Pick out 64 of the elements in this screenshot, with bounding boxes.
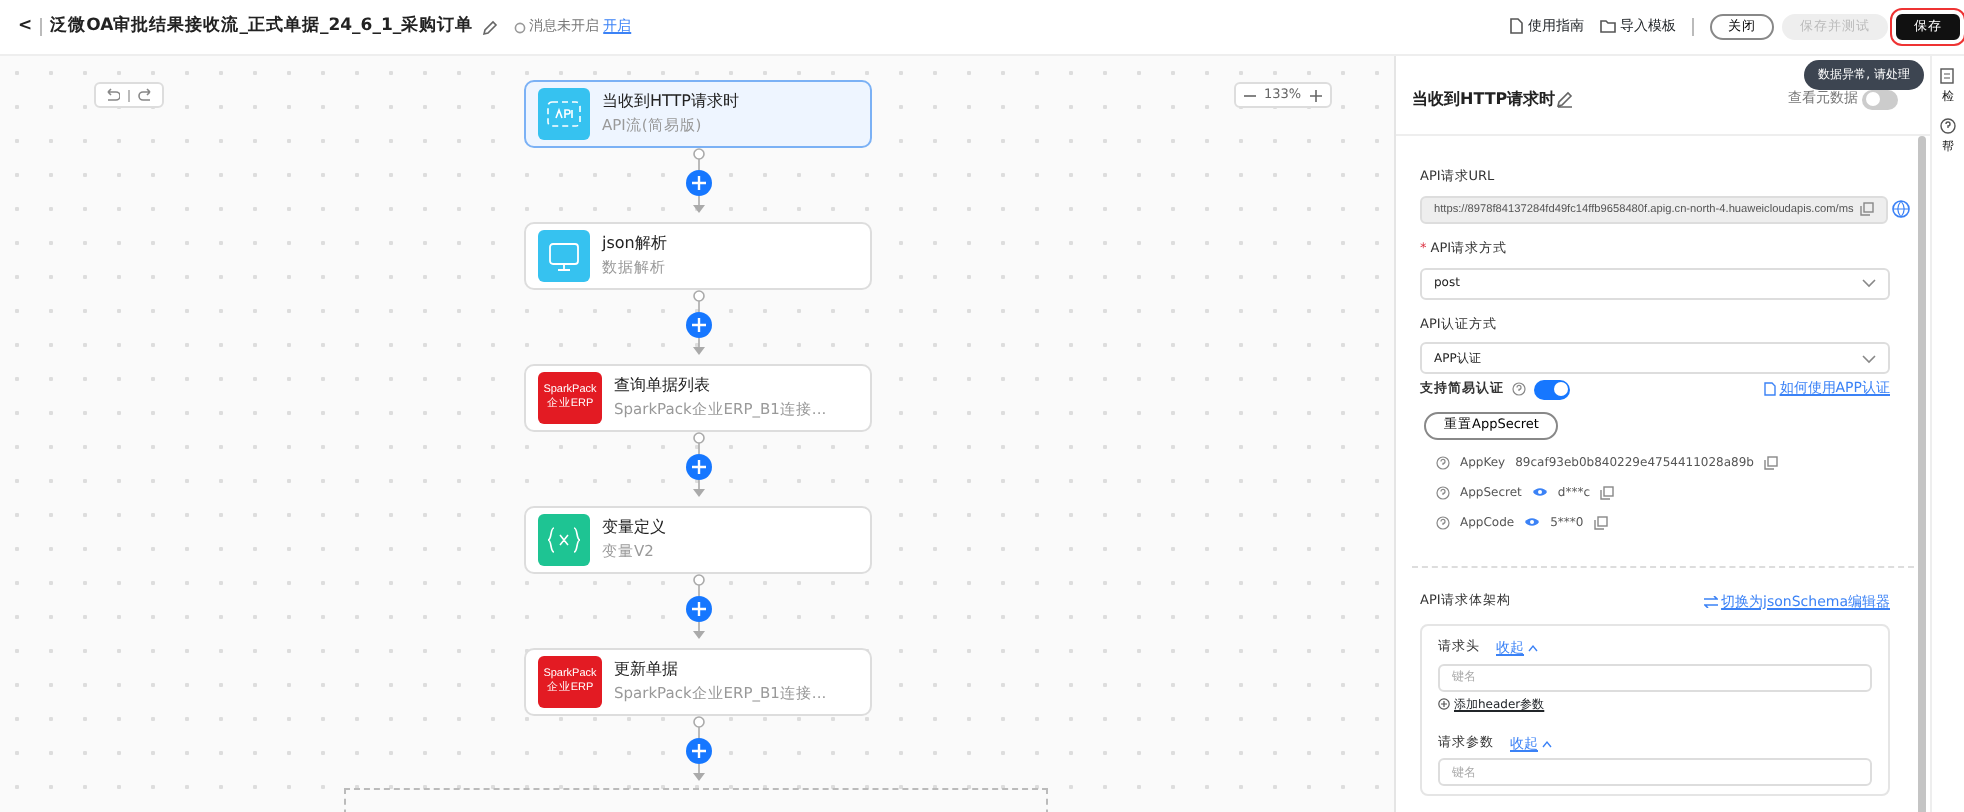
connector-arrow (691, 764, 705, 782)
connector-line (691, 148, 705, 170)
add-step-button[interactable] (685, 596, 711, 622)
scrollbar[interactable] (1918, 136, 1926, 812)
connector-arrow (691, 622, 705, 640)
edit-icon[interactable] (1555, 90, 1574, 108)
connector-arrow (691, 196, 705, 214)
variable-icon (538, 514, 590, 566)
add-circle-icon (1438, 698, 1450, 710)
copy-icon[interactable] (1763, 455, 1778, 469)
plus-icon (691, 318, 705, 332)
connector-line (691, 432, 705, 454)
help-icon (1436, 485, 1450, 499)
help-icon (1512, 382, 1526, 396)
connector-line (691, 716, 705, 738)
node-title: json解析 (602, 232, 667, 257)
add-step-button[interactable] (685, 312, 711, 338)
add-step-button[interactable] (685, 170, 711, 196)
status-circle-icon (513, 21, 526, 33)
document-icon (1763, 382, 1776, 396)
api-icon (538, 88, 590, 140)
zoom-out-icon[interactable] (1244, 89, 1256, 101)
help-icon (1940, 118, 1956, 134)
zoom-in-icon[interactable] (1309, 89, 1322, 101)
eye-icon[interactable] (1531, 486, 1548, 498)
add-step-button[interactable] (685, 454, 711, 480)
connector-line (691, 574, 705, 596)
document-icon (1508, 18, 1524, 35)
copy-icon[interactable] (1859, 202, 1874, 217)
chevron-up-icon (1542, 739, 1552, 748)
flow-title: 泛微OA审批结果接收流_正式单据_24_6_1_采购订单 (50, 14, 474, 40)
checklist-icon (1940, 68, 1956, 84)
connector-arrow (691, 338, 705, 356)
node-title: 变量定义 (602, 516, 666, 541)
chevron-down-icon (1862, 353, 1876, 364)
metadata-toggle[interactable] (1862, 89, 1898, 109)
node-title: 当收到HTTP请求时 (602, 90, 739, 115)
copy-icon[interactable] (1593, 515, 1608, 529)
monitor-icon (538, 230, 590, 282)
swap-icon (1703, 595, 1718, 608)
add-step-button[interactable] (685, 738, 711, 764)
plus-icon (691, 744, 705, 758)
globe-icon[interactable] (1891, 200, 1910, 219)
plus-icon (691, 460, 705, 474)
chevron-down-icon (1862, 278, 1876, 288)
eye-icon[interactable] (1524, 516, 1541, 528)
node-title: 更新单据 (614, 658, 680, 683)
separator-icon (128, 89, 130, 101)
undo-icon[interactable] (104, 88, 120, 102)
copy-icon[interactable] (1600, 485, 1615, 499)
simple-auth-toggle[interactable] (1534, 379, 1570, 399)
redo-icon[interactable] (138, 88, 154, 102)
edit-icon[interactable] (481, 19, 498, 35)
folder-icon (1600, 18, 1616, 35)
node-title: 查询单据列表 (614, 374, 712, 399)
plus-icon (691, 602, 705, 616)
connector-arrow (691, 480, 705, 498)
plus-icon (691, 176, 705, 190)
panel-title: 当收到HTTP请求时 (1412, 87, 1556, 111)
connector-line (691, 290, 705, 312)
chevron-up-icon (1528, 644, 1538, 653)
help-icon (1436, 455, 1450, 469)
help-icon (1436, 515, 1450, 529)
back-button[interactable]: < (18, 14, 33, 40)
